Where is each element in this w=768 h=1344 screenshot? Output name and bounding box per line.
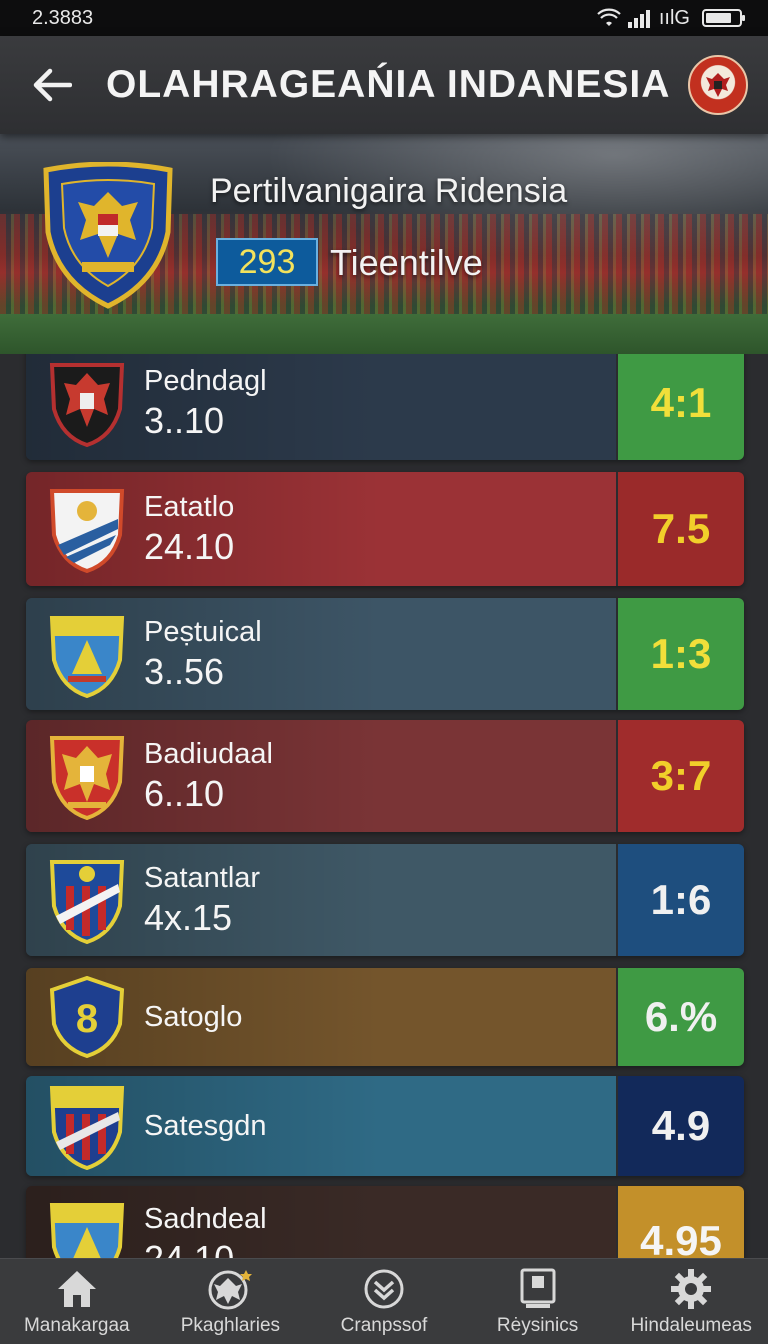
app-bar: OLAHRAGEAŃIA INDANESIA: [0, 36, 768, 134]
team-name: Pedndagl: [144, 364, 267, 397]
team-name: Satoglo: [144, 1000, 243, 1033]
signal-icon: [627, 10, 650, 28]
blue-red-crest-icon: [46, 855, 128, 945]
number-eight-crest-icon: 8: [46, 972, 128, 1062]
odds-badge[interactable]: 1:6: [618, 844, 744, 956]
yellow-badge-crest-icon: [46, 1196, 128, 1258]
odds-badge[interactable]: 3:7: [618, 720, 744, 832]
list-item[interactable]: Satesgdn 4.9: [26, 1076, 744, 1176]
hero-subtitle: Tieentilve: [330, 242, 483, 283]
garuda-crest-icon: [46, 731, 128, 821]
federation-crest-icon: [43, 162, 173, 309]
hyuaq-crest-icon: [46, 1081, 128, 1171]
status-bar: 2.3883 ıılG: [0, 0, 768, 36]
team-name: Sadndeal: [144, 1202, 267, 1235]
team-info: Pedndagl 3..10: [26, 354, 616, 460]
list-item[interactable]: Sadndeal 24.10 4.95: [26, 1186, 744, 1258]
match-info: 6..10: [144, 772, 225, 814]
match-info: 24.10: [144, 525, 235, 567]
team-name: Badiudaal: [144, 737, 273, 770]
gear-icon: [669, 1267, 713, 1311]
back-button[interactable]: [28, 61, 76, 109]
odds-badge[interactable]: 4.95: [618, 1186, 744, 1258]
nav-item-results[interactable]: Rėysinics: [461, 1259, 615, 1344]
club-logo-button[interactable]: [688, 55, 748, 115]
wifi-icon: [597, 8, 621, 26]
team-info: Satantlar 4x.15: [26, 844, 616, 956]
match-info: 4x.15: [144, 896, 233, 938]
battery-icon: [702, 9, 745, 27]
hero-banner: Pertilvanigaira Ridensia 293 Tieentilve: [0, 134, 768, 354]
team-info: Satesgdn: [26, 1076, 616, 1176]
eagle-icon: [208, 1267, 253, 1311]
team-info: Badiudaal 6..10: [26, 720, 616, 832]
nav-item-matches[interactable]: Cranpssof: [307, 1259, 461, 1344]
bottom-nav: Manakargaa Pkaghlaries Cranpssof Rėysini…: [0, 1258, 768, 1344]
team-info: Sadndeal 24.10: [26, 1186, 616, 1258]
odds-badge[interactable]: 1:3: [618, 598, 744, 710]
team-info: Peṣtuical 3..56: [26, 598, 616, 710]
list-item[interactable]: Satantlar 4x.15 1:6: [26, 844, 744, 956]
yellow-ship-crest-icon: [46, 609, 128, 699]
hero-title: Pertilvanigaira Ridensia: [210, 172, 568, 210]
arrow-left-icon: [33, 68, 72, 102]
odds-badge[interactable]: 7.5: [618, 472, 744, 586]
eagle-crest-icon: [706, 73, 730, 97]
status-icons: ıılG: [597, 6, 745, 30]
hero-score-badge: 293: [216, 238, 318, 286]
status-time: 2.3883: [32, 6, 94, 29]
odds-badge[interactable]: 4.9: [618, 1076, 744, 1176]
team-name: Peṣtuical: [144, 615, 262, 648]
list-item[interactable]: Peṣtuical 3..56 1:3: [26, 598, 744, 710]
odds-badge[interactable]: 4:1: [618, 354, 744, 460]
network-type: ıılG: [658, 6, 690, 29]
match-info: 3..10: [144, 399, 225, 441]
list-item[interactable]: Badiudaal 6..10 3:7: [26, 720, 744, 832]
list-item[interactable]: Pedndagl 3..10 4:1: [26, 354, 744, 460]
list-item[interactable]: 8 Satoglo 6.%: [26, 968, 744, 1066]
white-shield-crest-icon: [46, 484, 128, 574]
team-info: 8 Satoglo: [26, 968, 616, 1066]
nav-item-leagues[interactable]: Pkaghlaries: [154, 1259, 308, 1344]
red-eagle-crest-icon: [46, 358, 128, 448]
match-list: Pedndagl 3..10 4:1 Eatatlo 24.10 7.5 Peṣ…: [0, 354, 768, 1258]
chevron-circle-icon: [362, 1267, 406, 1311]
match-info: 3..56: [144, 650, 225, 692]
nav-item-settings[interactable]: Hindaleumeas: [614, 1259, 768, 1344]
odds-badge[interactable]: 6.%: [618, 968, 744, 1066]
page-title: OLAHRAGEAŃIA INDANESIA: [106, 63, 671, 106]
team-name: Eatatlo: [144, 490, 235, 523]
team-name: Satesgdn: [144, 1109, 267, 1142]
match-info: 24.10: [144, 1237, 235, 1259]
list-item[interactable]: Eatatlo 24.10 7.5: [26, 472, 744, 586]
nav-item-home[interactable]: Manakargaa: [0, 1259, 154, 1344]
monitor-icon: [516, 1267, 560, 1311]
svg-text:8: 8: [76, 997, 98, 1041]
home-icon: [55, 1267, 99, 1311]
team-name: Satantlar: [144, 861, 261, 894]
team-info: Eatatlo 24.10: [26, 472, 616, 586]
